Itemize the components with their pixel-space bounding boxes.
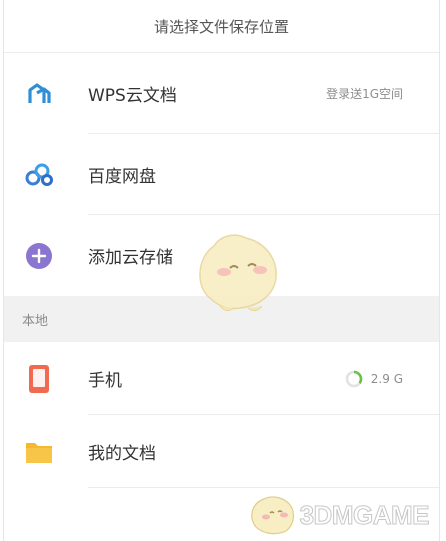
location-item-phone[interactable]: 手机 2.9 G bbox=[4, 342, 439, 415]
divider bbox=[88, 487, 439, 488]
location-item-baidu-netdisk[interactable]: 百度网盘 bbox=[4, 134, 439, 215]
wps-cloud-icon bbox=[24, 79, 54, 109]
location-label: 手机 bbox=[88, 371, 122, 391]
location-item-my-documents[interactable]: 我的文档 bbox=[4, 415, 439, 488]
save-location-sheet: 请选择文件保存位置 WPS云文档 登录送1G空间 百度网盘 添加云存储 本地 手… bbox=[3, 0, 440, 541]
sheet-header: 请选择文件保存位置 bbox=[4, 0, 439, 53]
site-watermark: 3DMGAME bbox=[248, 493, 430, 537]
mascot-logo-icon bbox=[250, 496, 294, 535]
local-locations: 手机 2.9 G 我的文档 bbox=[4, 342, 439, 488]
location-label: 百度网盘 bbox=[88, 167, 156, 187]
location-label: 我的文档 bbox=[88, 444, 156, 464]
storage-info: 2.9 G bbox=[345, 370, 403, 388]
storage-ring-icon bbox=[345, 370, 363, 387]
location-label: WPS云文档 bbox=[88, 86, 177, 106]
mascot-watermark-image bbox=[199, 234, 277, 312]
watermark-text: 3DMGAME bbox=[299, 499, 430, 530]
storage-size: 2.9 G bbox=[370, 371, 403, 386]
baidu-netdisk-icon bbox=[24, 160, 54, 190]
location-item-wps-cloud[interactable]: WPS云文档 登录送1G空间 bbox=[4, 53, 439, 134]
section-label: 本地 bbox=[22, 313, 49, 329]
promo-text: 登录送1G空间 bbox=[326, 87, 403, 101]
location-label: 添加云存储 bbox=[88, 248, 173, 268]
sheet-title: 请选择文件保存位置 bbox=[153, 17, 289, 36]
add-cloud-icon bbox=[24, 241, 54, 271]
folder-icon bbox=[24, 437, 54, 467]
phone-icon bbox=[24, 364, 54, 394]
